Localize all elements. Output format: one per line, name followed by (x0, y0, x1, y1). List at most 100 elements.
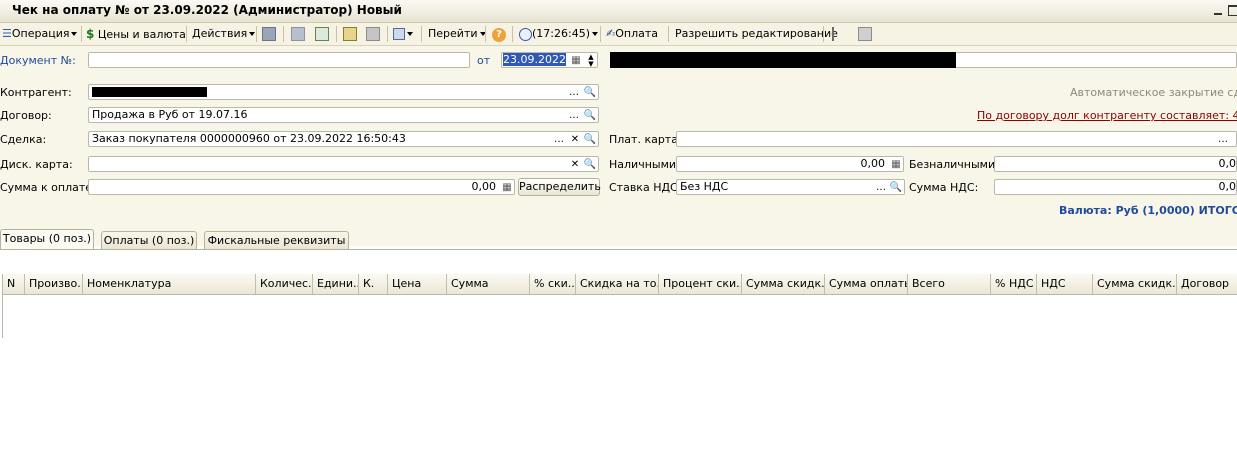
column-header[interactable]: Произво... (25, 274, 83, 294)
help-button[interactable]: ? (492, 26, 506, 42)
time-label: (17:26:45) (532, 27, 590, 40)
search-icon[interactable]: 🔍 (889, 181, 903, 194)
contract-label: Договор: (0, 109, 52, 122)
column-header[interactable]: Едини... (313, 274, 359, 294)
column-header[interactable]: Скидка на то... (576, 274, 659, 294)
search-icon[interactable]: 🔍 (583, 109, 597, 122)
organization-field[interactable] (956, 52, 1237, 68)
actions-menu[interactable]: Действия (192, 26, 256, 42)
goto-label: Перейти (428, 27, 478, 40)
prices-currency-label: Цены и валюта (97, 28, 186, 41)
sum-to-pay-field[interactable]: 0,00 ▦ (88, 179, 515, 195)
search-icon[interactable]: 🔍 (583, 133, 597, 146)
list-icon[interactable] (858, 27, 872, 41)
chevron-down-icon (249, 32, 256, 36)
cash-field[interactable]: 0,00 ▦ (676, 156, 904, 172)
toolbar-separator (823, 26, 824, 42)
add-document-icon[interactable] (315, 27, 329, 41)
maximize-button[interactable] (1228, 5, 1237, 16)
vat-sum-label: Сумма НДС: (909, 181, 979, 194)
goto-menu[interactable]: Перейти (428, 26, 486, 42)
payment-button[interactable]: ✍Оплата (606, 26, 658, 42)
chevron-down-icon (407, 32, 413, 36)
column-header[interactable]: НДС (1037, 274, 1093, 294)
allow-edit-button[interactable]: Разрешить редактирование (675, 26, 838, 42)
operation-menu[interactable]: ☰Операция (2, 26, 78, 42)
document-form: Документ №: от 23.09.2022 ▦ ▲ ▼ Контраген… (0, 46, 1237, 250)
goods-table[interactable]: N Произво... Номенклатура Количес... Еди… (2, 274, 1237, 338)
time-menu[interactable]: (17:26:45) (519, 26, 598, 42)
clear-icon[interactable]: ✕ (568, 133, 582, 146)
toolbar-separator (512, 26, 513, 42)
ellipsis-icon[interactable]: … (567, 109, 581, 122)
disc-card-label: Диск. карта: (0, 158, 73, 171)
based-on-icon[interactable] (343, 27, 357, 41)
ellipsis-icon[interactable]: … (874, 181, 888, 194)
window-title: Чек на оплату № от 23.09.2022 (Администр… (12, 3, 402, 17)
doc-number-field[interactable] (88, 52, 470, 68)
calculator-icon[interactable]: ▦ (500, 181, 514, 194)
post-icon[interactable] (262, 27, 276, 41)
column-header[interactable]: Сумма скидк... (1093, 274, 1177, 294)
contract-debt-link[interactable]: По договору долг контрагенту составляет:… (977, 109, 1237, 122)
dollar-icon: $ (86, 27, 95, 41)
toolbar-separator (256, 26, 257, 42)
table-header: N Произво... Номенклатура Количес... Еди… (3, 274, 1237, 295)
column-header[interactable]: N (3, 274, 25, 294)
structure-icon (393, 28, 405, 40)
disc-card-field[interactable]: ✕ 🔍 (88, 156, 599, 172)
search-icon[interactable]: 🔍 (583, 86, 597, 99)
date-field[interactable]: 23.09.2022 ▦ ▲ ▼ (501, 52, 598, 68)
ellipsis-icon[interactable]: … (1216, 133, 1230, 146)
column-header[interactable]: Количес... (256, 274, 313, 294)
prices-currency-button[interactable]: $ Цены и валюта (86, 26, 186, 42)
pay-card-field[interactable]: … (676, 131, 1237, 147)
column-header[interactable]: Сумма скидк... (742, 274, 825, 294)
tab-payments[interactable]: Оплаты (0 поз.) (101, 231, 197, 250)
tab-divider (0, 249, 1237, 250)
vat-sum-value: 0,0 (1218, 180, 1237, 193)
chevron-down-icon (592, 32, 598, 36)
search-icon[interactable]: 🔍 (583, 158, 597, 171)
contract-value: Продажа в Руб от 19.07.16 (92, 108, 248, 121)
minimize-button[interactable] (1213, 4, 1223, 16)
toolbar-separator (421, 26, 422, 42)
calendar-icon[interactable]: ▦ (569, 54, 583, 67)
column-header[interactable]: % ски... (530, 274, 576, 294)
copy-icon[interactable] (291, 27, 305, 41)
column-header[interactable]: Сумма оплаты (825, 274, 908, 294)
tab-fiscal[interactable]: Фискальные реквизиты (204, 231, 349, 250)
column-header[interactable]: Номенклатура (83, 274, 256, 294)
noncash-field[interactable]: 0,0 (994, 156, 1237, 172)
date-value: 23.09.2022 (503, 53, 566, 66)
toolbar-separator (485, 26, 486, 42)
column-header[interactable]: К. (359, 274, 388, 294)
doc-number-label: Документ №: (0, 54, 76, 67)
column-header[interactable]: Процент ски... (659, 274, 742, 294)
tab-goods[interactable]: Товары (0 поз.) (0, 229, 94, 250)
ellipsis-icon[interactable]: … (567, 86, 581, 99)
counterparty-label: Контрагент: (0, 86, 72, 99)
clear-icon[interactable]: ✕ (568, 158, 582, 171)
contract-field[interactable]: Продажа в Руб от 19.07.16 … 🔍 (88, 107, 599, 123)
vat-rate-field[interactable]: Без НДС … 🔍 (676, 179, 905, 195)
auto-close-text: Автоматическое закрытие сдело (1070, 86, 1237, 99)
toolbar: ☰Операция $ Цены и валюта Действия Перей… (0, 23, 1237, 46)
tree-icon[interactable] (832, 27, 848, 41)
spin-icon[interactable]: ▲ ▼ (584, 54, 597, 68)
noncash-value: 0,0 (1218, 157, 1237, 170)
cash-label: Наличными: (609, 158, 680, 171)
print-icon[interactable] (366, 27, 380, 41)
column-header[interactable]: Сумма (447, 274, 530, 294)
column-header[interactable]: Договор (1177, 274, 1237, 294)
column-header[interactable]: Цена (388, 274, 447, 294)
distribute-button[interactable]: Распределить (518, 178, 601, 196)
chevron-down-icon (71, 32, 78, 36)
structure-menu[interactable] (393, 26, 413, 42)
column-header[interactable]: % НДС (991, 274, 1037, 294)
column-header[interactable]: Всего (908, 274, 991, 294)
calculator-icon[interactable]: ▦ (889, 158, 903, 171)
vat-sum-field[interactable]: 0,0 (994, 179, 1237, 195)
ellipsis-icon[interactable]: … (552, 133, 566, 146)
deal-field[interactable]: Заказ покупателя 0000000960 от 23.09.202… (88, 131, 599, 147)
